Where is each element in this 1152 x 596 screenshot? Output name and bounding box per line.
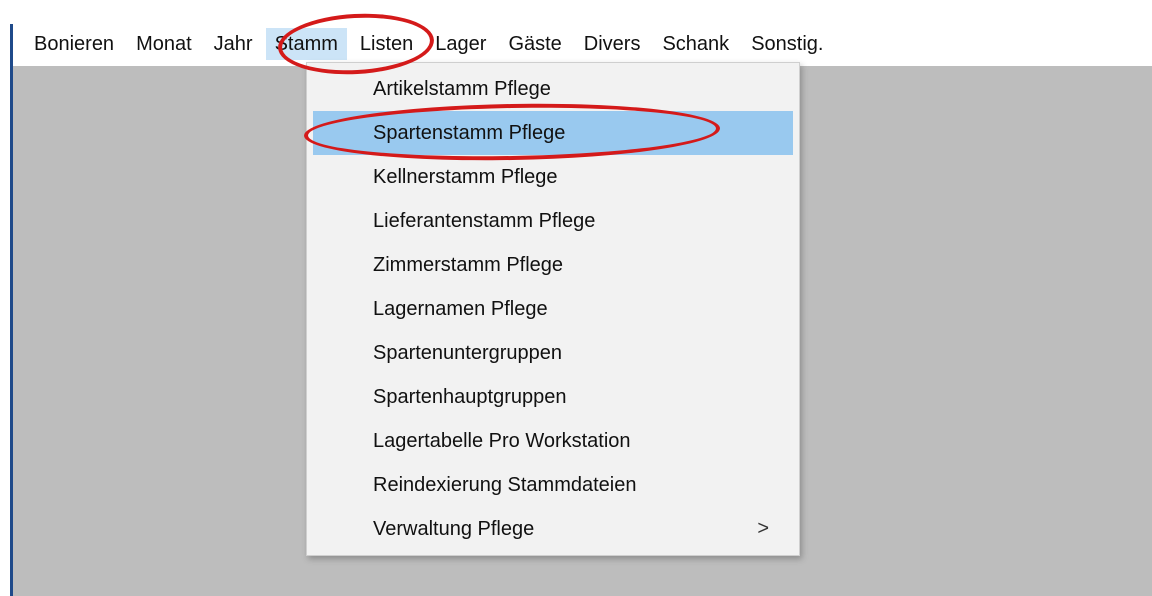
menu-schank[interactable]: Schank	[653, 28, 738, 60]
menu-item-lagernamen-pflege[interactable]: Lagernamen Pflege	[307, 287, 799, 331]
menu-item-zimmerstamm-pflege[interactable]: Zimmerstamm Pflege	[307, 243, 799, 287]
stamm-dropdown-menu: Artikelstamm Pflege Spartenstamm Pflege …	[306, 62, 800, 556]
menu-item-label: Lagertabelle Pro Workstation	[373, 429, 631, 452]
menu-item-lieferantenstamm-pflege[interactable]: Lieferantenstamm Pflege	[307, 199, 799, 243]
menu-item-label: Spartenuntergruppen	[373, 341, 563, 364]
menu-stamm[interactable]: Stamm	[265, 28, 347, 60]
menu-divers[interactable]: Divers	[575, 28, 650, 60]
menu-item-label: Kellnerstamm Pflege	[373, 165, 558, 188]
menu-item-label: Lieferantenstamm Pflege	[373, 209, 596, 232]
menu-item-verwaltung-pflege[interactable]: Verwaltung Pflege >	[307, 507, 799, 551]
menu-listen[interactable]: Listen	[351, 28, 422, 60]
menu-item-label: Lagernamen Pflege	[373, 297, 548, 320]
menu-item-artikelstamm-pflege[interactable]: Artikelstamm Pflege	[307, 67, 799, 111]
menu-monat[interactable]: Monat	[127, 28, 201, 60]
menu-item-reindexierung-stammdateien[interactable]: Reindexierung Stammdateien	[307, 463, 799, 507]
menu-item-kellnerstamm-pflege[interactable]: Kellnerstamm Pflege	[307, 155, 799, 199]
menu-item-label: Spartenstamm Pflege	[373, 121, 566, 144]
menu-item-spartenuntergruppen[interactable]: Spartenuntergruppen	[307, 331, 799, 375]
menu-item-label: Artikelstamm Pflege	[373, 77, 551, 100]
menu-item-label: Reindexierung Stammdateien	[373, 473, 637, 496]
menu-bonieren[interactable]: Bonieren	[25, 28, 123, 60]
menu-sonstig[interactable]: Sonstig.	[742, 28, 832, 60]
menu-item-lagertabelle-pro-workstation[interactable]: Lagertabelle Pro Workstation	[307, 419, 799, 463]
menu-item-label: Zimmerstamm Pflege	[373, 253, 564, 276]
menu-item-spartenstamm-pflege[interactable]: Spartenstamm Pflege	[313, 111, 793, 155]
menu-bar: Bonieren Monat Jahr Stamm Listen Lager G…	[13, 22, 1152, 66]
menu-item-label: Verwaltung Pflege	[373, 517, 535, 540]
menu-item-label: Spartenhauptgruppen	[373, 385, 567, 408]
chevron-right-icon: >	[757, 517, 769, 540]
menu-gaeste[interactable]: Gäste	[499, 28, 570, 60]
menu-lager[interactable]: Lager	[426, 28, 495, 60]
menu-jahr[interactable]: Jahr	[205, 28, 262, 60]
menu-item-spartenhauptgruppen[interactable]: Spartenhauptgruppen	[307, 375, 799, 419]
